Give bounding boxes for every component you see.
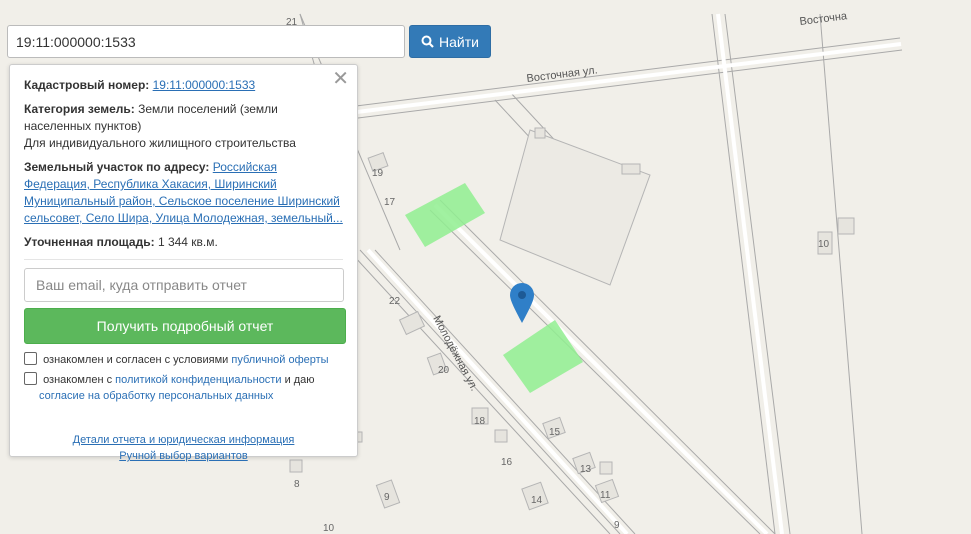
consent-offer-checkbox[interactable]	[24, 352, 37, 365]
info-panel: ✕ Кадастровый номер: 19:11:000000:1533 К…	[9, 64, 358, 462]
privacy-policy-link[interactable]: политикой конфиденциальности	[115, 374, 281, 386]
category-label: Категория земель:	[24, 102, 135, 116]
category-purpose: Для индивидуального жилищного строительс…	[24, 136, 296, 150]
house-number: 10	[323, 523, 335, 534]
close-icon[interactable]: ✕	[332, 69, 349, 89]
house-number: 9	[384, 492, 390, 503]
house-number: 9	[614, 520, 620, 531]
house-number: 17	[384, 197, 396, 208]
address-link[interactable]: сельсовет, Село Шира, Улица Молодежная, …	[24, 211, 343, 225]
house-number: 14	[531, 495, 543, 506]
area-row: Уточненная площадь: 1 344 кв.м.	[24, 234, 343, 260]
house-number: 13	[580, 464, 592, 475]
get-report-button[interactable]: Получить подробный отчет	[24, 308, 346, 344]
address-row: Земельный участок по адресу: Российская …	[24, 159, 343, 227]
cadastral-link[interactable]: 19:11:000000:1533	[153, 78, 256, 92]
category-value: населенных пунктов)	[24, 119, 142, 133]
public-offer-link[interactable]: публичной оферты	[231, 354, 328, 366]
house-number: 16	[501, 457, 513, 468]
address-link[interactable]: Муниципальный район, Сельское поселение …	[24, 194, 340, 208]
house-number: 10	[818, 239, 830, 250]
area-label: Уточненная площадь:	[24, 235, 155, 249]
details-link[interactable]: Детали отчета и юридическая информация	[73, 434, 295, 446]
panel-footer: Детали отчета и юридическая информация Р…	[24, 432, 343, 464]
category-value: Земли поселений (земли	[138, 102, 278, 116]
consent-privacy: ознакомлен с политикой конфиденциальност…	[24, 372, 343, 404]
consent-privacy-text: ознакомлен с	[43, 374, 113, 386]
cadastral-row: Кадастровый номер: 19:11:000000:1533	[24, 77, 343, 94]
consent-offer: ознакомлен и согласен с условиями публич…	[24, 352, 343, 368]
search-button[interactable]: Найти	[409, 25, 491, 58]
house-number: 15	[549, 427, 561, 438]
house-number: 8	[294, 479, 300, 490]
search-icon	[421, 35, 434, 48]
address-link[interactable]: Российская	[213, 160, 277, 174]
cadastral-label: Кадастровый номер:	[24, 78, 150, 92]
consent-privacy-mid: и даю	[284, 374, 315, 386]
house-number: 11	[600, 490, 611, 501]
email-field[interactable]	[24, 268, 344, 302]
personal-data-link[interactable]: согласие на обработку персональных данны…	[39, 390, 273, 402]
consent-offer-text: ознакомлен и согласен с условиями	[43, 354, 229, 366]
search-button-label: Найти	[439, 33, 479, 50]
house-number: 18	[474, 416, 486, 427]
search-input[interactable]	[7, 25, 405, 58]
area-value: 1 344 кв.м.	[157, 235, 218, 249]
house-number: 19	[372, 168, 384, 179]
address-link[interactable]: Федерация, Республика Хакасия, Ширинский	[24, 177, 277, 191]
address-label: Земельный участок по адресу:	[24, 160, 210, 174]
house-number: 20	[438, 365, 450, 376]
consent-privacy-checkbox[interactable]	[24, 372, 37, 385]
house-number: 22	[389, 296, 401, 307]
category-row: Категория земель: Земли поселений (земли…	[24, 101, 343, 152]
manual-select-link[interactable]: Ручной выбор вариантов	[119, 450, 247, 462]
